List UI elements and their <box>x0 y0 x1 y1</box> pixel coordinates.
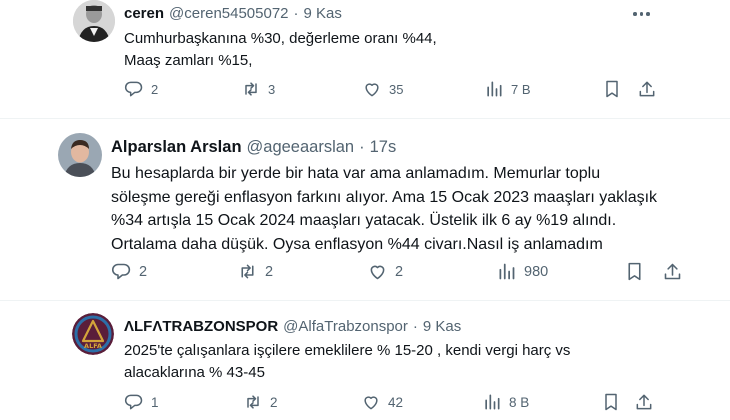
retweet-button[interactable]: 2 <box>237 261 273 282</box>
author-name[interactable]: Alparslan Arslan <box>111 138 242 157</box>
author-name[interactable]: ceren <box>124 5 164 22</box>
retweet-count: 3 <box>268 81 276 97</box>
bookmark-button[interactable] <box>602 79 622 99</box>
tweet-time[interactable]: 9 Kas <box>423 318 461 335</box>
views-count: 7 B <box>511 81 531 97</box>
reply-count: 1 <box>151 394 159 410</box>
share-icon <box>639 81 655 97</box>
share-button[interactable] <box>662 261 683 282</box>
tweet-line: Ortalama daha düşük. Oysa enflasyon %44 … <box>111 235 603 253</box>
tweet-line: %34 artışla 15 Ocak 2024 maaşları yataca… <box>111 212 617 229</box>
bookmark-icon <box>628 262 641 281</box>
like-count: 35 <box>389 81 404 97</box>
reply-icon <box>124 81 143 97</box>
reply-button[interactable]: 2 <box>124 79 158 99</box>
retweet-button[interactable]: 2 <box>243 392 278 412</box>
avatar[interactable]: ALFA <box>72 313 114 355</box>
reply-icon <box>124 394 143 410</box>
tweet-time[interactable]: 17s <box>370 138 397 157</box>
separator: · <box>359 138 365 156</box>
tweet-line: Maaş zamları %15, <box>124 52 253 69</box>
heart-icon <box>364 396 378 410</box>
author-handle[interactable]: @ageeaarslan <box>247 138 355 157</box>
views-count: 8 B <box>509 394 530 410</box>
like-count: 2 <box>395 263 404 280</box>
retweet-icon <box>247 395 259 409</box>
bookmark-button[interactable] <box>601 392 621 412</box>
like-count: 42 <box>388 394 404 410</box>
tweet-text: Bu hesaplarda bir yerde bir hata var ama… <box>111 162 657 256</box>
tweet-text: 2025'te çalışanlara işçilere emeklilere … <box>124 340 570 384</box>
more-icon[interactable] <box>633 12 650 16</box>
bookmark-icon <box>606 80 618 98</box>
like-button[interactable]: 2 <box>367 261 403 282</box>
views-count: 980 <box>524 263 549 280</box>
tweet-text: Cumhurbaşkanına %30, değerleme oranı %44… <box>124 28 437 72</box>
views-icon <box>487 81 502 97</box>
author-name[interactable]: ΛLFΛTRABZONSPOR <box>124 318 278 335</box>
tweet-alfatrabzonspor[interactable]: ALFA ΛLFΛTRABZONSPOR @AlfaTrabzonspor · … <box>0 301 730 420</box>
bookmark-icon <box>605 393 617 411</box>
tweet-line: Bu hesaplarda bir yerde bir hata var ama… <box>111 165 601 182</box>
views-button[interactable]: 8 B <box>482 392 529 412</box>
avatar[interactable] <box>73 0 115 42</box>
views-button[interactable]: 7 B <box>484 79 531 99</box>
action-bar: 1 2 42 8 B <box>0 392 730 416</box>
tweet-line: Cumhurbaşkanına %30, değerleme oranı %44… <box>124 30 437 47</box>
share-icon <box>636 394 652 410</box>
tweet-ceren[interactable]: ceren @ceren54505072 · 9 Kas Cumhurbaşka… <box>0 0 730 108</box>
separator: · <box>412 318 418 335</box>
retweet-icon <box>245 82 257 96</box>
author-handle[interactable]: @ceren54505072 <box>169 5 289 22</box>
views-button[interactable]: 980 <box>496 261 548 282</box>
views-icon <box>485 394 500 410</box>
reply-icon <box>112 263 131 280</box>
tweet-time[interactable]: 9 Kas <box>304 5 342 22</box>
heart-icon <box>370 265 385 280</box>
avatar-text: ALFA <box>84 342 102 350</box>
share-button[interactable] <box>634 392 654 412</box>
tweet-line: alacaklarına % 43-45 <box>124 364 265 381</box>
author-handle[interactable]: @AlfaTrabzonspor <box>283 318 408 335</box>
tweet-alparslan[interactable]: Alparslan Arslan @ageeaarslan · 17s Bu h… <box>0 119 730 297</box>
avatar[interactable] <box>58 133 102 177</box>
tweet-line: 2025'te çalışanlara işçilere emeklilere … <box>124 342 571 359</box>
share-button[interactable] <box>637 79 657 99</box>
heart-icon <box>365 83 379 97</box>
like-button[interactable]: 42 <box>361 392 403 412</box>
reply-count: 2 <box>139 263 148 280</box>
retweet-count: 2 <box>265 263 274 280</box>
separator: · <box>293 5 299 22</box>
bookmark-button[interactable] <box>624 261 645 282</box>
retweet-button[interactable]: 3 <box>241 79 275 99</box>
retweet-count: 2 <box>270 394 278 410</box>
views-icon <box>499 263 515 280</box>
share-icon <box>664 263 681 280</box>
reply-count: 2 <box>151 81 159 97</box>
like-button[interactable]: 35 <box>362 79 403 99</box>
action-bar: 2 3 35 7 B <box>0 79 730 103</box>
reply-button[interactable]: 1 <box>124 392 159 412</box>
reply-button[interactable]: 2 <box>111 261 147 282</box>
tweet-line: söleşme gereği enflasyon farkını alıyor.… <box>111 188 658 206</box>
action-bar: 2 2 2 980 <box>0 261 730 285</box>
retweet-icon <box>241 264 254 279</box>
